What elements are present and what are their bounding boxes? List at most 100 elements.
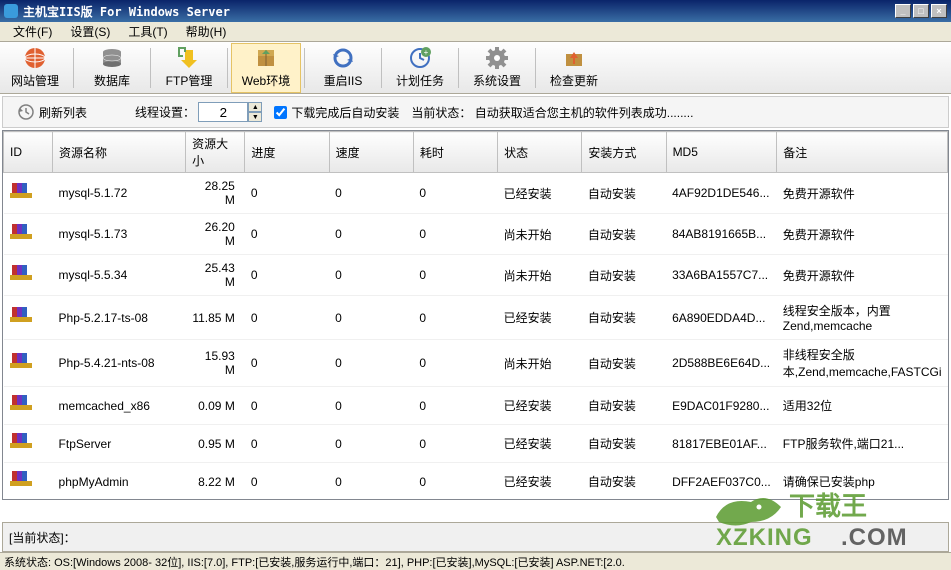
cell-note: 适用32位 <box>777 387 948 425</box>
cell-speed: 0 <box>329 387 413 425</box>
check-update-button[interactable]: 检查更新 <box>539 43 609 93</box>
main-toolbar: 网站管理 数据库 FTP管理 Web环境 重启IIS + 计划任务 系统设置 检… <box>0 42 951 94</box>
table-row[interactable]: phpMyAdmin 8.22 M 0 0 0 已经安装 自动安装 DFF2AE… <box>4 463 948 501</box>
auto-install-label: 下载完成后自动安装 <box>291 104 399 121</box>
cell-time: 0 <box>413 387 497 425</box>
thread-count-input[interactable] <box>198 102 248 122</box>
thread-down-button[interactable]: ▼ <box>248 112 262 122</box>
menu-help[interactable]: 帮助(H) <box>178 21 235 42</box>
ftp-mgmt-button[interactable]: FTP管理 <box>154 43 224 93</box>
cell-speed: 0 <box>329 425 413 463</box>
database-button[interactable]: 数据库 <box>77 43 147 93</box>
toolbar-label: 系统设置 <box>473 72 521 89</box>
menu-file[interactable]: 文件(F) <box>5 21 60 42</box>
archive-icon <box>10 222 32 244</box>
table-row[interactable]: mysql-5.1.73 26.20 M 0 0 0 尚未开始 自动安装 84A… <box>4 214 948 255</box>
menu-tools[interactable]: 工具(T) <box>120 21 175 42</box>
col-id-header[interactable]: ID <box>4 132 53 173</box>
cell-md5: 6A890EDDA4D... <box>666 296 777 340</box>
cron-button[interactable]: + 计划任务 <box>385 43 455 93</box>
cell-speed: 0 <box>329 340 413 387</box>
cell-speed: 0 <box>329 296 413 340</box>
table-row[interactable]: mysql-5.5.34 25.43 M 0 0 0 尚未开始 自动安装 33A… <box>4 255 948 296</box>
cell-note: 线程安全版本，内置Zend,memcache <box>777 296 948 340</box>
status-panel-text: [当前状态]： <box>9 529 76 546</box>
cell-time: 0 <box>413 425 497 463</box>
cell-speed: 0 <box>329 463 413 501</box>
resource-table-container[interactable]: ID 资源名称 资源大小 进度 速度 耗时 状态 安装方式 MD5 备注 mys… <box>2 130 949 500</box>
col-time-header[interactable]: 耗时 <box>413 132 497 173</box>
cell-md5: 33A6BA1557C7... <box>666 255 777 296</box>
history-icon <box>17 103 35 121</box>
resource-table: ID 资源名称 资源大小 进度 速度 耗时 状态 安装方式 MD5 备注 mys… <box>3 131 948 500</box>
system-settings-button[interactable]: 系统设置 <box>462 43 532 93</box>
package-icon <box>254 46 278 70</box>
cell-md5: 4AF92D1DE546... <box>666 173 777 214</box>
cell-note: 请确保已安装php <box>777 463 948 501</box>
window-title: 主机宝IIS版 For Windows Server <box>23 3 895 20</box>
cell-mode: 自动安装 <box>582 463 666 501</box>
cell-progress: 0 <box>245 340 329 387</box>
toolbar-label: Web环境 <box>242 72 290 89</box>
cell-size: 0.09 M <box>186 387 245 425</box>
menu-bar: 文件(F) 设置(S) 工具(T) 帮助(H) <box>0 22 951 42</box>
site-mgmt-button[interactable]: 网站管理 <box>0 43 70 93</box>
col-size-header[interactable]: 资源大小 <box>186 132 245 173</box>
archive-icon <box>10 181 32 203</box>
cell-time: 0 <box>413 296 497 340</box>
cell-md5: 2D588BE6E64D... <box>666 340 777 387</box>
table-row[interactable]: FtpServer 0.95 M 0 0 0 已经安装 自动安装 81817EB… <box>4 425 948 463</box>
cell-md5: E9DAC01F9280... <box>666 387 777 425</box>
restart-iis-button[interactable]: 重启IIS <box>308 43 378 93</box>
thread-up-button[interactable]: ▲ <box>248 102 262 112</box>
archive-icon <box>10 469 32 491</box>
cell-name: FtpServer <box>53 425 186 463</box>
close-button[interactable]: × <box>931 4 947 18</box>
cell-name: Php-5.2.17-ts-08 <box>53 296 186 340</box>
auto-install-checkbox[interactable] <box>274 106 287 119</box>
archive-icon <box>10 431 32 453</box>
cell-state: 尚未开始 <box>498 255 582 296</box>
current-status-text: 自动获取适合您主机的软件列表成功........ <box>475 106 694 120</box>
cell-progress: 0 <box>245 387 329 425</box>
cell-md5: DFF2AEF037C0... <box>666 463 777 501</box>
minimize-button[interactable]: _ <box>895 4 911 18</box>
table-row[interactable]: memcached_x86 0.09 M 0 0 0 已经安装 自动安装 E9D… <box>4 387 948 425</box>
cell-progress: 0 <box>245 214 329 255</box>
table-row[interactable]: Php-5.2.17-ts-08 11.85 M 0 0 0 已经安装 自动安装… <box>4 296 948 340</box>
separator <box>73 48 74 88</box>
cell-size: 26.20 M <box>186 214 245 255</box>
refresh-icon <box>331 46 355 70</box>
cell-name: mysql-5.1.73 <box>53 214 186 255</box>
col-state-header[interactable]: 状态 <box>498 132 582 173</box>
update-icon <box>562 46 586 70</box>
cell-state: 已经安装 <box>498 296 582 340</box>
table-row[interactable]: Php-5.4.21-nts-08 15.93 M 0 0 0 尚未开始 自动安… <box>4 340 948 387</box>
cell-mode: 自动安装 <box>582 214 666 255</box>
col-speed-header[interactable]: 速度 <box>329 132 413 173</box>
toolbar-label: 数据库 <box>94 72 130 89</box>
col-note-header[interactable]: 备注 <box>777 132 948 173</box>
col-name-header[interactable]: 资源名称 <box>53 132 186 173</box>
web-env-button[interactable]: Web环境 <box>231 43 301 93</box>
cell-time: 0 <box>413 340 497 387</box>
cell-mode: 自动安装 <box>582 255 666 296</box>
col-mode-header[interactable]: 安装方式 <box>582 132 666 173</box>
menu-settings[interactable]: 设置(S) <box>62 21 118 42</box>
col-progress-header[interactable]: 进度 <box>245 132 329 173</box>
cell-size: 0.95 M <box>186 425 245 463</box>
refresh-list-button[interactable]: 刷新列表 <box>11 101 93 123</box>
col-md5-header[interactable]: MD5 <box>666 132 777 173</box>
table-row[interactable]: mysql-5.1.72 28.25 M 0 0 0 已经安装 自动安装 4AF… <box>4 173 948 214</box>
cell-size: 28.25 M <box>186 173 245 214</box>
archive-icon <box>10 351 32 373</box>
cell-mode: 自动安装 <box>582 340 666 387</box>
cell-size: 25.43 M <box>186 255 245 296</box>
cell-progress: 0 <box>245 173 329 214</box>
separator <box>458 48 459 88</box>
cell-time: 0 <box>413 214 497 255</box>
cell-note: FTP服务软件,端口21... <box>777 425 948 463</box>
maximize-button[interactable]: □ <box>913 4 929 18</box>
cell-state: 已经安装 <box>498 173 582 214</box>
cell-time: 0 <box>413 255 497 296</box>
